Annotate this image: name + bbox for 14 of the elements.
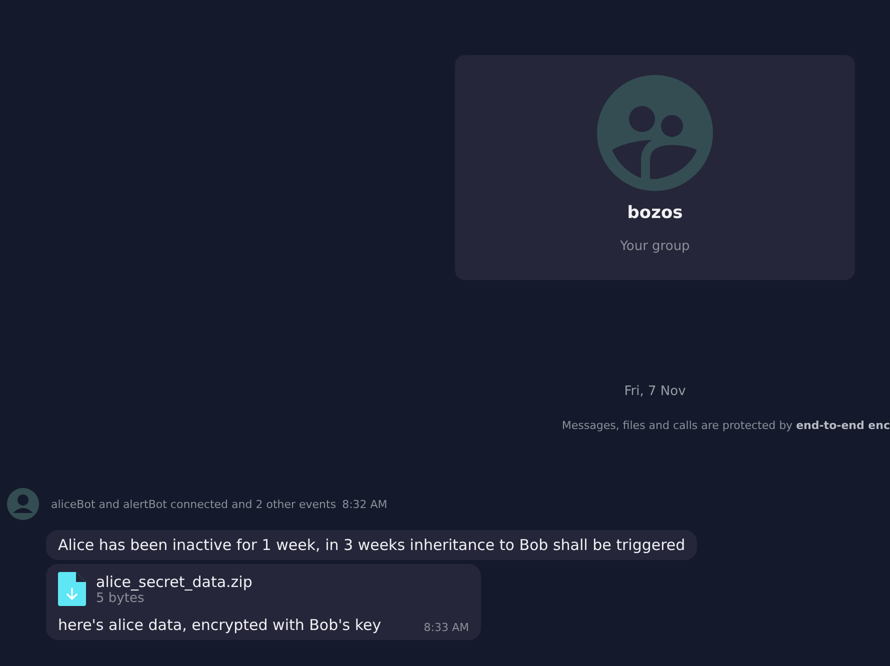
event-text: aliceBot and alertBot connected and 2 other events — [51, 498, 336, 510]
message-text: here's alice data, encrypted with Bob's key — [58, 616, 382, 634]
group-subtitle: Your group — [620, 239, 690, 254]
user-avatar-icon — [7, 488, 39, 520]
file-download-icon[interactable] — [58, 572, 86, 606]
message-time: 8:33 AM — [424, 621, 469, 634]
event-time: 8:32 AM — [342, 498, 388, 510]
message-bubble: Alice has been inactive for 1 week, in 3 weeks inheritance to Bob shall be triggered — [46, 530, 698, 560]
group-avatar-icon — [597, 75, 713, 191]
date-separator: Fri, 7 Nov — [623, 384, 687, 399]
file-name[interactable]: alice_secret_data.zip — [96, 572, 252, 590]
group-name: bozos — [627, 203, 683, 223]
encryption-notice: Messages, files and calls are protected by end-to-end enc — [562, 419, 890, 432]
file-size: 5 bytes — [96, 590, 146, 606]
